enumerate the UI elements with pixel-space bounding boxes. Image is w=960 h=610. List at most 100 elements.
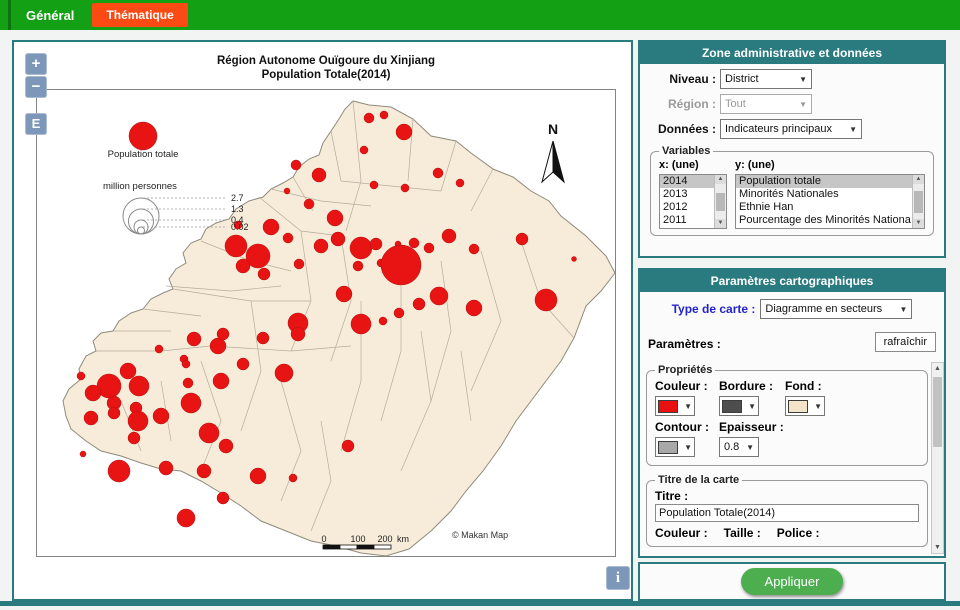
scrollbar-thumb[interactable] (933, 377, 942, 447)
population-bubble (516, 233, 528, 245)
y-list-label: y: (une) (735, 159, 925, 174)
parametres-label: Paramètres : (648, 337, 721, 351)
bordure-color-picker[interactable]: ▼ (719, 396, 759, 416)
topbar: Général Thématique (0, 0, 960, 30)
scrollbar-thumb[interactable] (716, 193, 725, 211)
bordure-swatch (722, 400, 742, 413)
bottom-border (0, 601, 960, 606)
extent-button[interactable]: E (25, 113, 47, 135)
niveau-label: Niveau : (640, 72, 720, 86)
scrollbar-thumb[interactable] (914, 191, 923, 213)
chevron-down-icon: ▼ (845, 125, 857, 134)
population-bubble (108, 407, 120, 419)
population-bubble (381, 245, 421, 285)
info-button[interactable]: i (606, 566, 630, 590)
scale-label: 0 (321, 534, 326, 544)
list-option[interactable]: 2014 (660, 175, 714, 188)
contour-color-picker[interactable]: ▼ (655, 437, 695, 457)
zoom-out-button[interactable]: − (25, 76, 47, 98)
y-listbox[interactable]: Population totaleMinorités NationalesEth… (735, 174, 925, 229)
fond-color-picker[interactable]: ▼ (785, 396, 825, 416)
population-bubble (442, 229, 456, 243)
legend-size: 1.3 (231, 204, 244, 214)
contour-swatch (658, 441, 678, 454)
legend-size (129, 209, 154, 234)
population-bubble (197, 464, 211, 478)
scroll-down-icon[interactable]: ▼ (715, 219, 726, 228)
population-bubble (155, 345, 163, 353)
zoom-in-button[interactable]: + (25, 53, 47, 75)
scroll-down-icon[interactable]: ▼ (932, 542, 943, 553)
population-bubble (128, 411, 148, 431)
population-bubble (236, 259, 250, 273)
legend-size: 2.7 (231, 193, 244, 203)
params-panel-header: Paramètres cartographiques (640, 270, 944, 292)
apply-button[interactable]: Appliquer (741, 568, 844, 595)
list-option[interactable]: Population totale (736, 175, 912, 188)
titre-police-label: Police : (777, 526, 820, 540)
list-option[interactable]: 2011 (660, 214, 714, 227)
tab-thematique[interactable]: Thématique (92, 3, 187, 27)
scroll-up-icon[interactable]: ▲ (715, 175, 726, 184)
map-type-select[interactable]: Diagramme en secteurs ▼ (760, 299, 912, 319)
population-bubble (217, 328, 229, 340)
couleur-label: Couleur : (655, 379, 719, 393)
x-list-scrollbar[interactable]: ▲ ▼ (714, 175, 726, 228)
list-option[interactable]: 2012 (660, 201, 714, 214)
population-bubble (225, 235, 247, 257)
population-bubble (120, 363, 136, 379)
couleur-color-picker[interactable]: ▼ (655, 396, 695, 416)
population-bubble (128, 432, 140, 444)
list-option[interactable]: Ethnie Han (736, 201, 912, 214)
scroll-down-icon[interactable]: ▼ (913, 219, 924, 228)
population-bubble (85, 385, 101, 401)
population-bubble (401, 184, 409, 192)
refresh-button[interactable]: rafraîchir (875, 332, 936, 352)
legend-size (138, 227, 145, 234)
fond-swatch (788, 400, 808, 413)
scroll-up-icon[interactable]: ▲ (932, 363, 943, 374)
params-scrollbar[interactable]: ▲ ▼ (931, 362, 944, 554)
population-bubble (456, 179, 464, 187)
titre-legend: Titre de la carte (655, 474, 742, 486)
y-list-scrollbar[interactable]: ▲ ▼ (912, 175, 924, 228)
contour-label: Contour : (655, 420, 719, 434)
north-arrow-icon: N (542, 121, 564, 182)
population-bubble (199, 423, 219, 443)
niveau-select[interactable]: District ▼ (720, 69, 812, 89)
donnees-select[interactable]: Indicateurs principaux ▼ (720, 119, 862, 139)
population-bubble (80, 451, 86, 457)
list-option[interactable]: Minorités Nationales (736, 188, 912, 201)
region-label: Région : (640, 97, 720, 111)
population-bubble (219, 439, 233, 453)
population-bubble (342, 440, 354, 452)
bordure-label: Bordure : (719, 379, 785, 393)
variables-fieldset: Variables x: (une) 2014201320122011 ▲ ▼ … (650, 145, 934, 236)
population-bubble (294, 259, 304, 269)
list-option[interactable]: 2013 (660, 188, 714, 201)
region-select[interactable]: Tout ▼ (720, 94, 812, 114)
population-bubble (181, 393, 201, 413)
tab-general[interactable]: Général (26, 8, 74, 23)
population-bubble (331, 232, 345, 246)
apply-panel: Appliquer (638, 562, 946, 601)
population-bubble (187, 332, 201, 346)
population-bubble (430, 287, 448, 305)
epaisseur-select[interactable]: 0.8 ▼ (719, 437, 759, 457)
niveau-value: District (725, 73, 759, 85)
region-value: Tout (725, 98, 746, 110)
map-frame[interactable]: 2.71.30.40.02 N 0100200 km Population to… (36, 89, 616, 557)
x-listbox[interactable]: 2014201320122011 ▲ ▼ (659, 174, 727, 229)
scroll-up-icon[interactable]: ▲ (913, 175, 924, 184)
params-panel: Paramètres cartographiques Type de carte… (638, 268, 946, 558)
epaisseur-label: Epaisseur : (719, 420, 785, 434)
population-bubble (409, 238, 419, 248)
population-bubble (291, 160, 301, 170)
population-bubble (291, 327, 305, 341)
titre-input[interactable] (655, 504, 919, 522)
population-bubble (466, 300, 482, 316)
population-bubble (351, 314, 371, 334)
population-bubble (350, 237, 372, 259)
chevron-down-icon: ▼ (795, 100, 807, 109)
list-option[interactable]: Pourcentage des Minorités Nationa (736, 214, 912, 227)
